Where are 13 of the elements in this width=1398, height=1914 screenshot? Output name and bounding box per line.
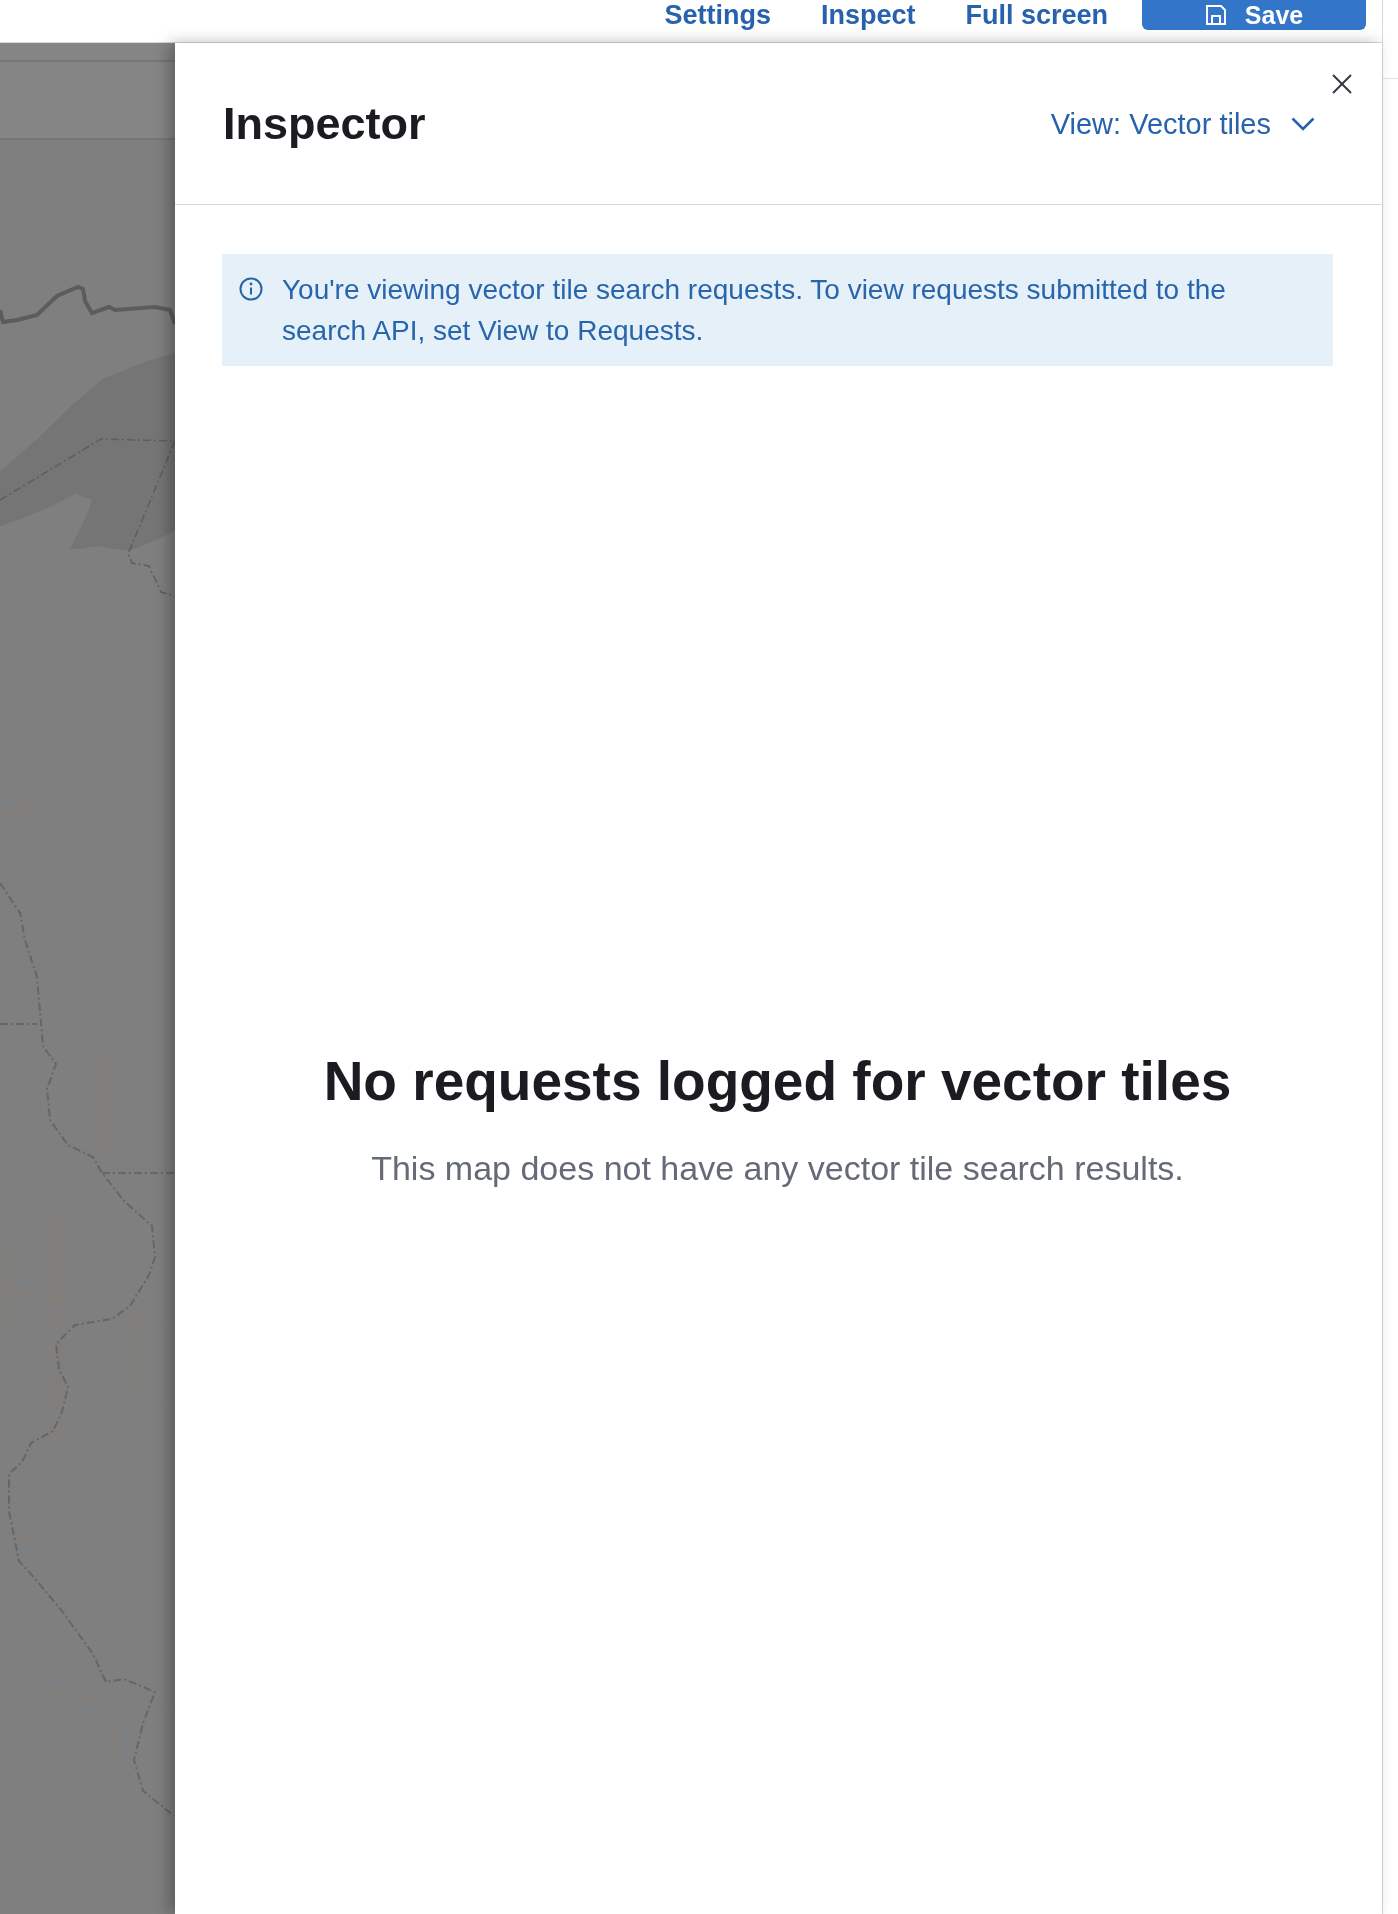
chevron-down-icon: [1291, 117, 1315, 131]
header-link[interactable]: Settings: [639, 0, 796, 30]
empty-state-title: No requests logged for vector tiles: [323, 1049, 1232, 1114]
header-link[interactable]: Full screen: [940, 0, 1133, 30]
empty-state-text: This map does not have any vector tile search results.: [371, 1148, 1184, 1189]
close-icon: [1332, 74, 1352, 94]
save-button[interactable]: Save: [1142, 0, 1366, 30]
save-icon: [1204, 4, 1227, 26]
panel-title: Inspector: [223, 97, 426, 151]
view-selector[interactable]: View: Vector tiles: [1050, 104, 1315, 144]
callout-text: You're viewing vector tile search requests. To view requests submitted to the search API, set View to Requests.: [282, 273, 1227, 348]
info-icon: [239, 277, 263, 301]
header-link[interactable]: Inspect: [795, 0, 941, 30]
